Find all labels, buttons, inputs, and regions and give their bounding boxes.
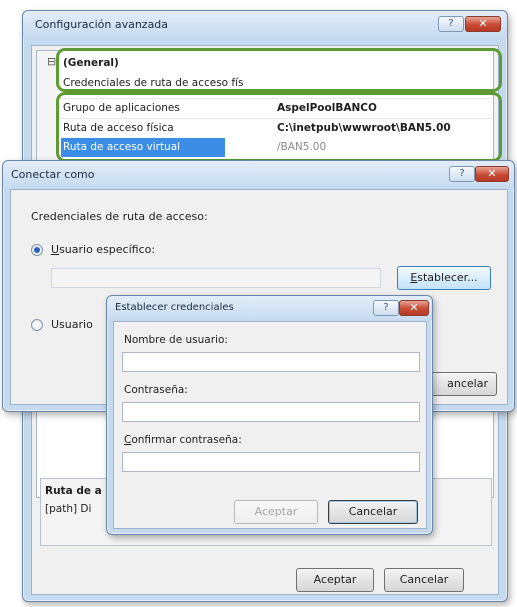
set-credentials-client: Nombre de usuario: Contraseña: Confirmar…	[113, 321, 427, 529]
password-field[interactable]	[122, 402, 420, 422]
advanced-settings-title: Configuración avanzada	[35, 18, 169, 31]
connect-as-titlebar: Conectar como ? ✕	[3, 161, 514, 187]
close-icon[interactable]: ✕	[399, 300, 429, 316]
credentials-heading: Credenciales de ruta de acceso:	[31, 210, 208, 223]
specific-user-mnemonic: U	[51, 243, 60, 256]
help-icon[interactable]: ?	[449, 166, 475, 182]
cancel-button[interactable]: Cancelar	[384, 568, 464, 592]
specific-user-label[interactable]: Usuario específico:	[51, 243, 155, 256]
username-label: Nombre de usuario:	[124, 334, 228, 346]
confirm-password-label-text: onfirmar contraseña:	[131, 434, 242, 446]
description-text: [path] Di	[45, 503, 92, 515]
advanced-settings-titlebar: Configuración avanzada ? ✕	[23, 11, 507, 37]
app-user-label[interactable]: Usuario	[51, 318, 93, 331]
collapse-icon[interactable]: ⊟	[47, 55, 56, 68]
close-icon[interactable]: ✕	[475, 166, 509, 182]
password-label: Contraseña:	[124, 384, 188, 396]
connect-as-title: Conectar como	[11, 168, 95, 181]
help-icon[interactable]: ?	[373, 300, 399, 316]
set-label: stablecer...	[417, 271, 478, 284]
set-button[interactable]: Establecer...	[397, 266, 491, 290]
specific-user-label-text: suario específico:	[59, 243, 156, 256]
app-user-radio[interactable]	[31, 319, 43, 331]
highlight-general-section	[56, 48, 502, 92]
set-credentials-ok-button[interactable]: Aceptar	[234, 500, 318, 524]
username-field[interactable]	[122, 352, 420, 372]
specific-user-field[interactable]	[51, 268, 381, 288]
confirm-password-field[interactable]	[122, 452, 420, 472]
ok-button[interactable]: Aceptar	[296, 568, 374, 592]
set-credentials-titlebar: Establecer credenciales ? ✕	[107, 296, 432, 320]
specific-user-radio[interactable]	[31, 244, 43, 256]
confirm-password-label: Confirmar contraseña:	[124, 434, 242, 446]
highlight-path-rows	[56, 92, 502, 162]
set-credentials-window: Establecer credenciales ? ✕ Nombre de us…	[106, 295, 433, 535]
help-icon[interactable]: ?	[438, 16, 464, 32]
set-credentials-title: Establecer credenciales	[115, 302, 234, 313]
description-title: Ruta de a	[45, 485, 102, 497]
close-icon[interactable]: ✕	[465, 16, 501, 32]
set-credentials-cancel-button[interactable]: Cancelar	[328, 500, 418, 524]
